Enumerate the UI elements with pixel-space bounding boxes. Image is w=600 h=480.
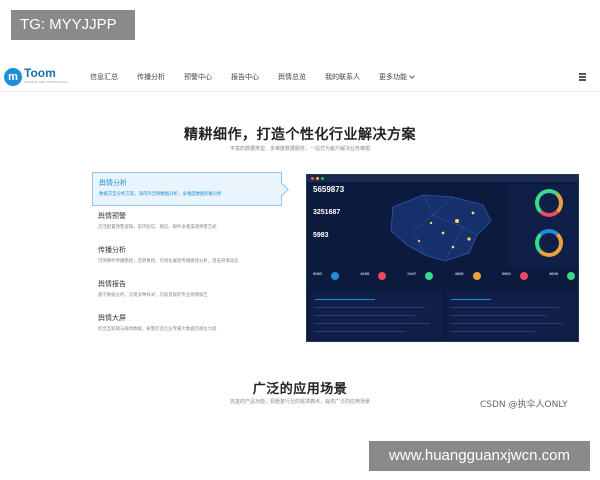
kpi-card: 4698 [358, 269, 388, 287]
feature-title: 舆情预警 [98, 212, 126, 220]
stat-total: 5659873 [313, 185, 345, 194]
list-item [315, 307, 425, 308]
logo-mark-icon: m [4, 68, 22, 86]
feature-title: 舆情大屏 [98, 314, 126, 322]
feature-title: 传播分析 [98, 246, 126, 254]
list-item [451, 331, 535, 332]
nav-item-more[interactable]: 更多功能 [379, 62, 415, 92]
dashboard-preview: 5659873 3251687 5983 5983 4698 9447 4698… [306, 174, 579, 342]
kpi-card: 9447 [405, 269, 435, 287]
feature-title: 舆情报告 [98, 280, 126, 288]
tg-watermark: TG: MYYJJPP [11, 10, 135, 40]
chevron-down-icon [409, 72, 415, 79]
section-title: 广泛的应用场景 [252, 382, 348, 397]
donut-panel [507, 185, 577, 267]
lower-list-panel-right [447, 291, 575, 339]
top-navbar: m Toom SCIENCE AND TECHNOLOGY 信息汇总 传播分析 … [0, 62, 600, 92]
donut-chart-bottom [535, 229, 563, 257]
kpi-card: 5983 [500, 269, 530, 287]
kpi-card: 4698 [453, 269, 483, 287]
list-item [315, 299, 375, 300]
hamburger-menu-icon[interactable] [579, 73, 586, 81]
logo-subtitle: SCIENCE AND TECHNOLOGY [24, 80, 69, 84]
site-watermark: www.huangguanxjwcn.com [369, 441, 590, 471]
kpi-value: 5983 [501, 271, 511, 276]
kpi-card: 4698 [547, 269, 577, 287]
kpi-circle-icon [378, 272, 387, 280]
brand-logo[interactable]: m Toom SCIENCE AND TECHNOLOGY [4, 66, 69, 88]
donut-chart-top [535, 189, 563, 217]
feature-item-opinion-report[interactable]: 舆情报告 基于数据分析，呈现多种样式，内容直观的专业舆情报告 [92, 274, 282, 308]
feature-desc: 结合互联网与媒体数据，按需打造企业专属大数据可视化大屏 [98, 327, 217, 332]
kpi-row: 5983 4698 9447 4698 5983 4698 [311, 269, 577, 287]
feature-item-opinion-alert[interactable]: 舆情预警 灵活配置预警逻辑，支持短信、微信、邮件多重渠道预警方式 [92, 206, 282, 240]
window-minimize-dot [316, 177, 319, 180]
nav-item-spread-analysis[interactable]: 传播分析 [137, 62, 165, 92]
feature-item-opinion-analysis[interactable]: 舆情分析 数据交互分析方案，海内外全网数据分析，多维度数据挖掘分析 [92, 172, 282, 206]
nav-item-report-center[interactable]: 报告中心 [231, 62, 259, 92]
dashboard-window-bar [307, 175, 578, 182]
feature-title: 舆情分析 [99, 179, 127, 187]
china-map [390, 194, 492, 262]
stat-tertiary: 5983 [313, 232, 329, 239]
nav-more-label: 更多功能 [379, 73, 407, 81]
list-item [315, 331, 405, 332]
list-item [451, 299, 491, 300]
list-item [315, 315, 415, 316]
lower-list-panel-left [311, 291, 443, 339]
kpi-circle-icon [519, 272, 528, 280]
kpi-value: 4698 [454, 271, 464, 276]
stat-secondary: 3251687 [313, 209, 341, 216]
window-close-dot [311, 177, 314, 180]
window-maximize-dot [321, 177, 324, 180]
kpi-value: 9447 [407, 271, 417, 276]
nav-item-opinion-overview[interactable]: 舆情总览 [278, 62, 306, 92]
nav-menu: 信息汇总 传播分析 预警中心 报告中心 舆情总览 我的联系人 更多功能 [90, 62, 433, 92]
list-item [451, 323, 563, 324]
list-item [451, 315, 547, 316]
feature-desc: 基于数据分析，呈现多种样式，内容直观的专业舆情报告 [98, 293, 208, 298]
kpi-value: 4698 [548, 271, 558, 276]
nav-item-alert-center[interactable]: 预警中心 [184, 62, 212, 92]
hero-subtitle: 丰富的数据类型、多维度数据服务，一站式为客户解决业务难题 [229, 146, 370, 152]
kpi-circle-icon [425, 272, 434, 280]
feature-item-big-screen[interactable]: 舆情大屏 结合互联网与媒体数据，按需打造企业专属大数据可视化大屏 [92, 308, 282, 342]
list-item [451, 307, 559, 308]
nav-item-my-contacts[interactable]: 我的联系人 [325, 62, 360, 92]
csdn-watermark: CSDN @执伞人ONLY [480, 400, 568, 410]
feature-desc: 可溯事件传播路径，还原真相，可视化展现传播路径分析，直击舆情动态 [98, 259, 239, 264]
logo-text: Toom [24, 66, 56, 80]
kpi-value: 5983 [313, 271, 322, 276]
nav-item-info-summary[interactable]: 信息汇总 [90, 62, 118, 92]
feature-desc: 灵活配置预警逻辑，支持短信、微信、邮件多重渠道预警方式 [98, 225, 217, 230]
kpi-circle-icon [331, 272, 339, 280]
kpi-circle-icon [472, 272, 481, 280]
list-item [315, 323, 430, 324]
kpi-card: 5983 [311, 269, 341, 287]
kpi-value: 4698 [360, 271, 370, 276]
hero-title: 精耕细作，打造个性化行业解决方案 [184, 127, 416, 143]
feature-list: 舆情分析 数据交互分析方案，海内外全网数据分析，多维度数据挖掘分析 舆情预警 灵… [92, 172, 282, 342]
feature-item-spread-analysis[interactable]: 传播分析 可溯事件传播路径，还原真相，可视化展现传播路径分析，直击舆情动态 [92, 240, 282, 274]
kpi-circle-icon [566, 272, 575, 280]
feature-desc: 数据交互分析方案，海内外全网数据分析，多维度数据挖掘分析 [99, 192, 222, 197]
